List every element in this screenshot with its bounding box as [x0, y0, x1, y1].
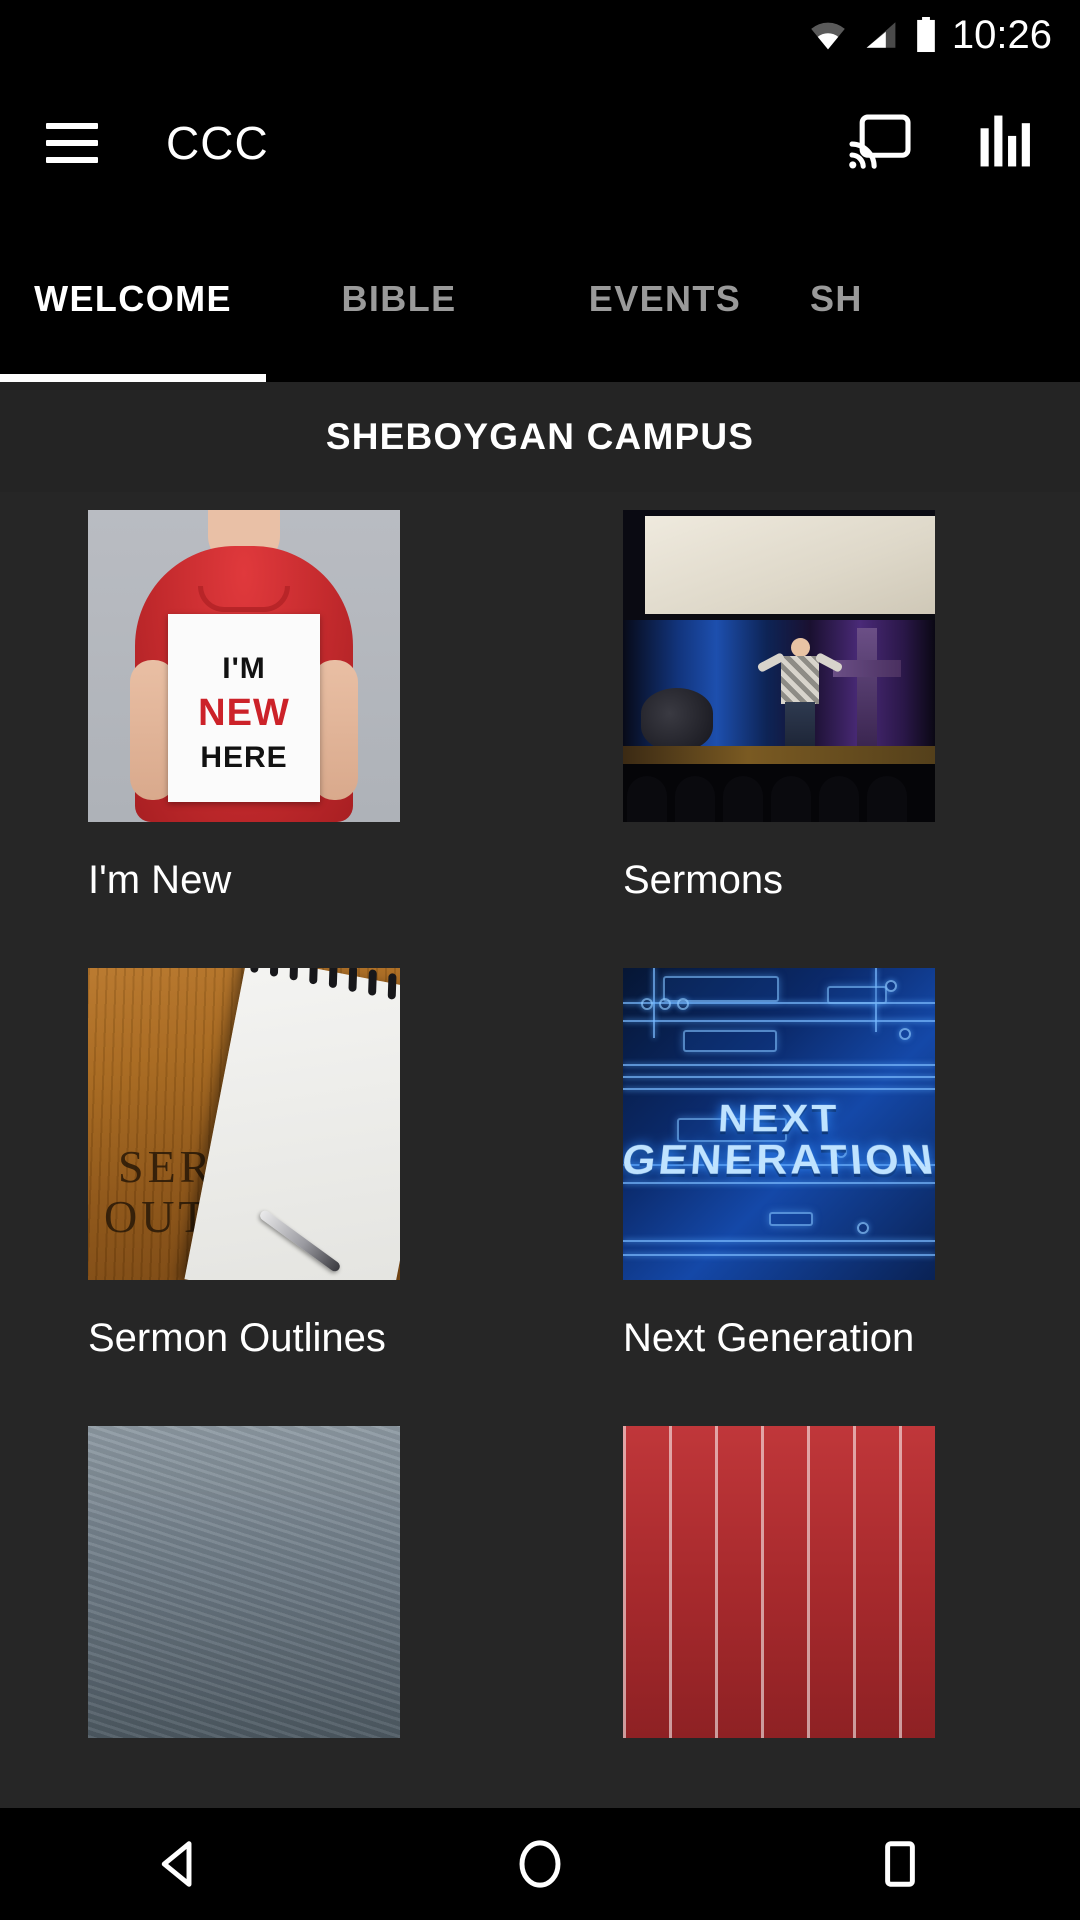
- app-screen: 10:26 CCC WELCOME BIBLE EVENTS SH SHEBOY…: [0, 0, 1080, 1920]
- tab-welcome[interactable]: WELCOME: [0, 216, 266, 382]
- cellular-signal-icon: [862, 19, 900, 51]
- tab-bible-label: BIBLE: [341, 278, 457, 319]
- list-item-label: Sermons: [623, 858, 784, 902]
- battery-icon: [914, 17, 938, 53]
- im-new-here-sign-image[interactable]: I'M NEW HERE: [88, 510, 400, 822]
- wifi-icon: [808, 19, 848, 51]
- back-triangle-icon[interactable]: [120, 1808, 240, 1920]
- audience-silhouettes: [623, 764, 935, 822]
- tab-bible[interactable]: BIBLE: [266, 216, 532, 382]
- speaker-head: [791, 638, 810, 657]
- app-bar-actions: [848, 113, 1034, 174]
- circuit-text-line-2: GENERATION: [623, 1135, 935, 1183]
- recents-square-icon[interactable]: [840, 1808, 960, 1920]
- list-item-label: I'm New: [88, 858, 232, 902]
- spiral-binding: [244, 968, 400, 1011]
- home-circle-icon[interactable]: [480, 1808, 600, 1920]
- status-bar-clock: 10:26: [951, 13, 1052, 57]
- list-item[interactable]: SERMON OUTLINES Sermon Outline: [0, 968, 540, 1426]
- projection-screen: [645, 516, 935, 620]
- shirt-collar: [198, 586, 290, 612]
- tab-shop-partial-label: SH: [810, 278, 863, 319]
- list-item[interactable]: NEXT GENERATION Next Generation: [540, 968, 1080, 1426]
- campus-header-label: SHEBOYGAN CAMPUS: [325, 416, 755, 457]
- list-item[interactable]: [540, 1426, 1080, 1738]
- list-item[interactable]: I'M NEW HERE I'm New: [0, 510, 540, 968]
- list-item-label: Sermon Outlines: [88, 1316, 386, 1360]
- circuit-board-image[interactable]: NEXT GENERATION: [623, 968, 935, 1280]
- system-navigation-bar: [0, 1808, 1080, 1920]
- stage-cross: [829, 628, 903, 748]
- sign-line-1: I'M: [222, 651, 266, 685]
- status-bar: 10:26: [0, 0, 1080, 70]
- tab-shop-partial[interactable]: SH: [798, 216, 1064, 382]
- hamburger-menu-icon[interactable]: [46, 123, 98, 163]
- partial-tile-image-left[interactable]: [88, 1426, 400, 1738]
- notepad-on-wood-image[interactable]: SERMON OUTLINES: [88, 968, 400, 1280]
- app-bar: CCC: [0, 70, 1080, 216]
- speaker-figure: [756, 638, 844, 754]
- circuit-graphic-text: NEXT GENERATION: [623, 1096, 935, 1183]
- partial-tile-image-right[interactable]: [623, 1426, 935, 1738]
- circuit-text-line-1: NEXT: [716, 1096, 842, 1140]
- paper-sign: I'M NEW HERE: [168, 614, 320, 802]
- tab-bar[interactable]: WELCOME BIBLE EVENTS SH: [0, 216, 1080, 382]
- campus-header[interactable]: SHEBOYGAN CAMPUS: [0, 382, 1080, 492]
- bar-chart-icon[interactable]: [978, 113, 1034, 174]
- list-item[interactable]: Sermons: [540, 510, 1080, 968]
- cast-icon[interactable]: [848, 113, 912, 174]
- tab-welcome-label: WELCOME: [34, 278, 232, 319]
- app-title: CCC: [166, 117, 269, 169]
- sign-line-2: NEW: [198, 691, 290, 734]
- content-scroll-area[interactable]: I'M NEW HERE I'm New Sermons Sermon Outl…: [0, 492, 1080, 1808]
- sign-line-3: HERE: [200, 740, 288, 774]
- drum-kit: [641, 688, 713, 752]
- list-item-label: Next Generation: [623, 1316, 915, 1360]
- speaker-shirt: [781, 656, 819, 704]
- tab-events-label: EVENTS: [588, 278, 742, 319]
- stage-speaker-image[interactable]: [623, 510, 935, 822]
- tile-grid: I'M NEW HERE I'm New Sermons Sermon Outl…: [0, 492, 1080, 1738]
- list-item[interactable]: [0, 1426, 540, 1738]
- tab-events[interactable]: EVENTS: [532, 216, 798, 382]
